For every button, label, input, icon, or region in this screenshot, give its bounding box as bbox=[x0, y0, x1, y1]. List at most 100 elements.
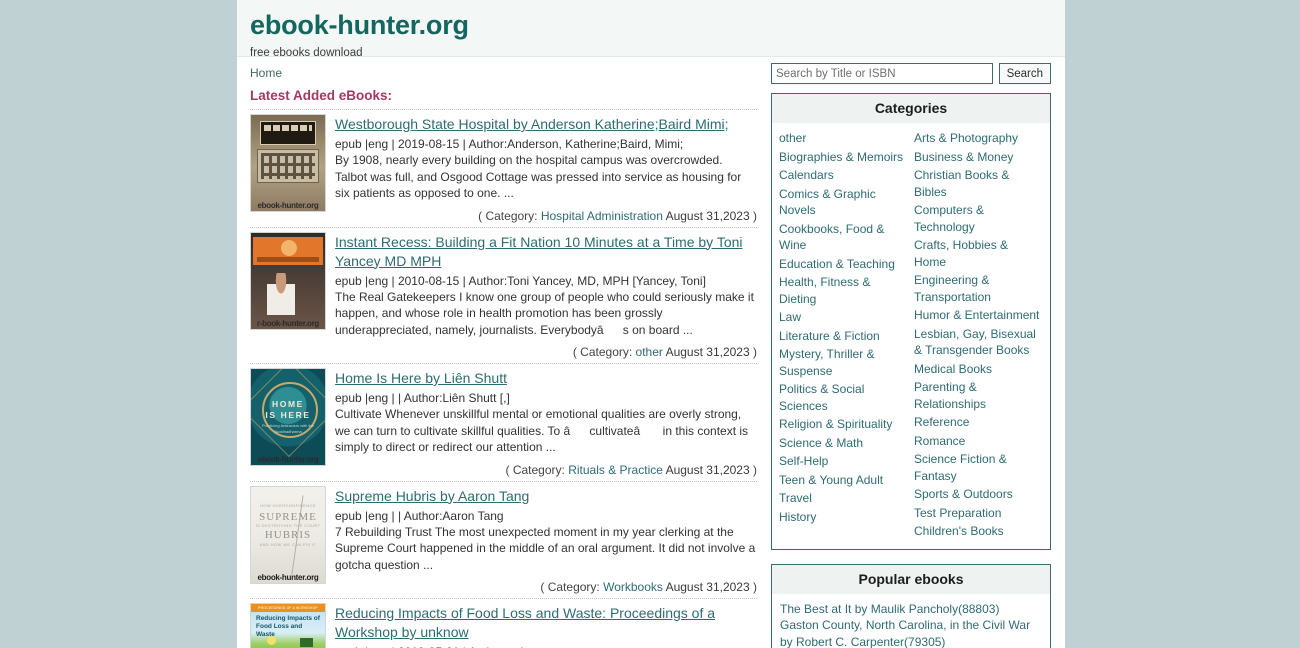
book-details: Reducing Impacts of Food Loss and Waste:… bbox=[335, 603, 757, 648]
category-link[interactable]: Comics & Graphic Novels bbox=[779, 185, 908, 220]
book-category-link[interactable]: Hospital Administration bbox=[541, 209, 663, 223]
book-title-link[interactable]: Supreme Hubris by Aaron Tang bbox=[335, 487, 757, 506]
category-link[interactable]: Engineering & Transportation bbox=[914, 271, 1043, 306]
book-cover-thumbnail[interactable]: ebook-hunter.org bbox=[250, 114, 326, 212]
book-cover-thumbnail[interactable]: HOME IS HERE Practicing Antiracism with … bbox=[250, 368, 326, 466]
book-meta: epub |eng | | Author:Aaron Tang bbox=[335, 508, 504, 523]
category-link[interactable]: Lesbian, Gay, Bisexual & Transgender Boo… bbox=[914, 325, 1043, 360]
categories-left-column: other Biographies & Memoirs Calendars Co… bbox=[779, 129, 908, 541]
cover-title-line2: IS HERE bbox=[265, 410, 311, 420]
book-category-line: ( Category: Hospital Administration Augu… bbox=[335, 208, 757, 224]
cover-sun bbox=[267, 636, 276, 645]
categories-grid: other Biographies & Memoirs Calendars Co… bbox=[772, 123, 1050, 549]
site-title: ebook-hunter.org bbox=[250, 10, 469, 40]
cover-watermark: ebook-hunter.org bbox=[257, 572, 319, 582]
category-link[interactable]: Computers & Technology bbox=[914, 201, 1043, 236]
book-description: Cultivate Whenever unskillful mental or … bbox=[335, 407, 749, 454]
category-suffix: ) bbox=[753, 345, 757, 359]
category-link[interactable]: Cookbooks, Food & Wine bbox=[779, 220, 908, 255]
category-link[interactable]: Christian Books & Bibles bbox=[914, 166, 1043, 201]
category-link[interactable]: Parenting & Relationships bbox=[914, 378, 1043, 413]
category-link[interactable]: Crafts, Hobbies & Home bbox=[914, 236, 1043, 271]
category-link[interactable]: Science Fiction & Fantasy bbox=[914, 450, 1043, 485]
category-link[interactable]: Mystery, Thriller & Suspense bbox=[779, 345, 908, 380]
search-button[interactable]: Search bbox=[998, 63, 1051, 84]
book-cover-thumbnail[interactable]: HOW OVERCONFIDENCE SUPREME IS DESTROYING… bbox=[250, 485, 326, 584]
cover-subtitle-b: AND HOW WE CAN FIX IT bbox=[259, 541, 317, 547]
book-date: August 31,2023 bbox=[665, 345, 750, 359]
category-link[interactable]: Health, Fitness & Dieting bbox=[779, 273, 908, 308]
book-date: August 31,2023 bbox=[665, 208, 750, 223]
category-link[interactable]: Children's Books bbox=[914, 522, 1043, 541]
category-link[interactable]: Biographies & Memoirs bbox=[779, 148, 908, 167]
category-prefix: ( Category: bbox=[572, 345, 633, 359]
category-link[interactable]: Teen & Young Adult bbox=[779, 471, 908, 490]
cover-figure bbox=[267, 272, 295, 315]
book-details: Instant Recess: Building a Fit Nation 10… bbox=[335, 232, 757, 361]
cover-title-line1: SUPREME bbox=[259, 510, 317, 523]
category-link[interactable]: other bbox=[779, 129, 908, 148]
category-link[interactable]: Law bbox=[779, 308, 908, 327]
category-link[interactable]: Romance bbox=[914, 432, 1043, 451]
book-category-line: ( Category: Workbooks August 31,2023 ) bbox=[335, 579, 757, 595]
cover-subtitle: Practicing Antiracism with the Buddhadha… bbox=[261, 423, 315, 434]
category-link[interactable]: Travel bbox=[779, 489, 908, 508]
book-meta: epub |eng | 2019-05-21 | Author:unknow bbox=[335, 644, 757, 648]
book-title-link[interactable]: Instant Recess: Building a Fit Nation 10… bbox=[335, 233, 757, 271]
book-meta: epub |eng | 2010-08-15 | Author:Toni Yan… bbox=[335, 273, 706, 288]
category-link[interactable]: Reference bbox=[914, 413, 1043, 432]
book-category-line: ( Category: Rituals & Practice August 31… bbox=[335, 462, 758, 478]
popular-ebook-link[interactable]: Gaston County, North Carolina, in the Ci… bbox=[780, 617, 1043, 648]
book-date: August 31,2023 bbox=[665, 462, 750, 477]
book-title-link[interactable]: Westborough State Hospital by Anderson K… bbox=[335, 115, 757, 134]
category-link[interactable]: Politics & Social Sciences bbox=[779, 380, 908, 415]
sidebar: Search Categories other Biographies & Me… bbox=[757, 57, 1065, 648]
category-link[interactable]: Science & Math bbox=[779, 434, 908, 453]
popular-ebooks-list: The Best at It by Maulik Pancholy(88803)… bbox=[772, 594, 1050, 648]
category-link[interactable]: Humor & Entertainment bbox=[914, 306, 1043, 325]
page-title: Latest Added eBooks: bbox=[250, 88, 393, 103]
book-category-link[interactable]: Workbooks bbox=[603, 580, 663, 594]
cover-title-line2: HUBRIS bbox=[264, 528, 312, 541]
category-link[interactable]: Religion & Spirituality bbox=[779, 415, 908, 434]
book-title-link[interactable]: Reducing Impacts of Food Loss and Waste:… bbox=[335, 604, 757, 642]
book-cover-thumbnail[interactable]: PROCEEDINGS OF A WORKSHOP Reducing Impac… bbox=[250, 603, 326, 648]
category-link[interactable]: Test Preparation bbox=[914, 504, 1043, 523]
book-category-link[interactable]: other bbox=[636, 345, 663, 359]
popular-ebooks-heading: Popular ebooks bbox=[772, 564, 1050, 594]
category-link[interactable]: Sports & Outdoors bbox=[914, 485, 1043, 504]
search-bar: Search bbox=[771, 63, 1051, 84]
category-link[interactable]: Medical Books bbox=[914, 360, 1043, 379]
cover-subtitle-a: IS DESTROYING THE COURT bbox=[255, 522, 321, 528]
main-column: Home Latest Added eBooks: ebook-hunter.o… bbox=[237, 57, 757, 648]
cover-watermark: ebook-hunter.org bbox=[257, 201, 319, 210]
cover-barn bbox=[300, 638, 313, 647]
category-link[interactable]: Literature & Fiction bbox=[779, 327, 908, 346]
book-list-item: HOME IS HERE Practicing Antiracism with … bbox=[250, 363, 757, 481]
cover-band bbox=[253, 236, 323, 265]
book-title-link[interactable]: Home Is Here by Liên Shutt bbox=[335, 369, 757, 388]
book-list-item: r-book-hunter.org Instant Recess: Buildi… bbox=[250, 226, 757, 364]
cover-kicker: HOW OVERCONFIDENCE bbox=[260, 502, 316, 508]
breadcrumb[interactable]: Home bbox=[250, 57, 757, 81]
book-date: August 31,2023 bbox=[665, 580, 750, 594]
category-prefix: ( Category: bbox=[505, 462, 565, 477]
book-list-item: HOW OVERCONFIDENCE SUPREME IS DESTROYING… bbox=[250, 480, 757, 599]
category-link[interactable]: Business & Money bbox=[914, 148, 1043, 167]
popular-ebooks-panel: Popular ebooks The Best at It by Maulik … bbox=[771, 563, 1051, 648]
category-link[interactable]: Self-Help bbox=[779, 452, 908, 471]
categories-panel: Categories other Biographies & Memoirs C… bbox=[771, 93, 1051, 550]
popular-ebook-link[interactable]: The Best at It by Maulik Pancholy(88803) bbox=[780, 601, 1043, 618]
category-link[interactable]: History bbox=[779, 508, 908, 527]
category-link[interactable]: Education & Teaching bbox=[779, 255, 908, 274]
search-input[interactable] bbox=[771, 63, 993, 84]
book-category-link[interactable]: Rituals & Practice bbox=[568, 463, 663, 477]
book-meta: epub |eng | 2019-08-15 | Author:Anderson… bbox=[335, 137, 684, 151]
page-container: ebook-hunter.org free ebooks download Ho… bbox=[237, 0, 1065, 648]
book-description: The Real Gatekeepers I know one group of… bbox=[335, 289, 754, 337]
cover-plate bbox=[260, 121, 316, 145]
category-link[interactable]: Calendars bbox=[779, 166, 908, 185]
category-suffix: ) bbox=[753, 580, 757, 594]
category-link[interactable]: Arts & Photography bbox=[914, 129, 1043, 148]
book-cover-thumbnail[interactable]: r-book-hunter.org bbox=[250, 231, 326, 330]
